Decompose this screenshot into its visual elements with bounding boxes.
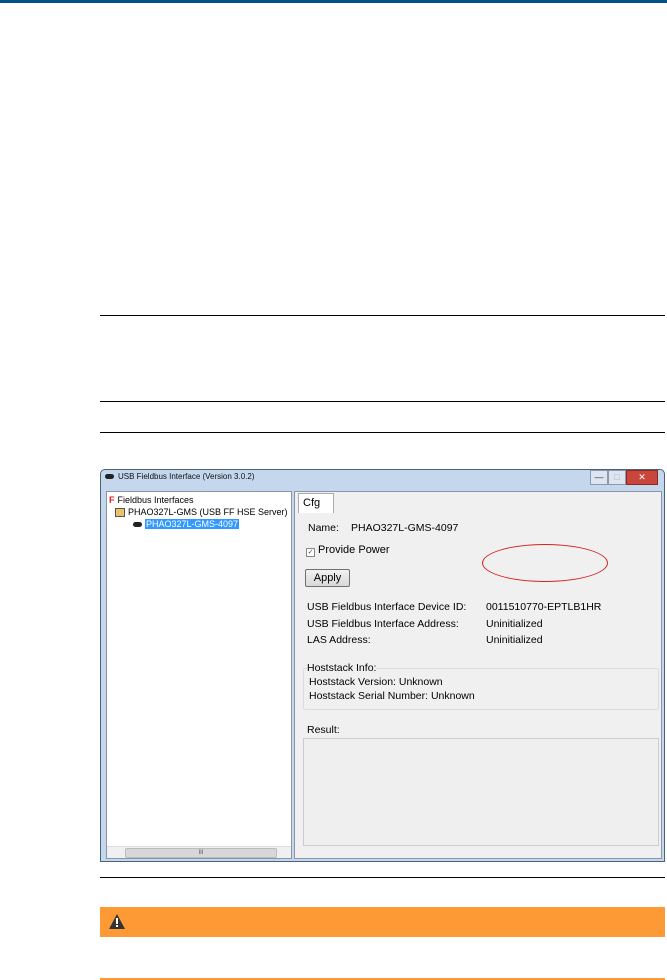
header-rule [0,0,667,3]
title-bar: USB Fieldbus Interface (Version 3.0.2) [105,472,255,481]
device-icon [133,521,142,527]
window-title: USB Fieldbus Interface (Version 3.0.2) [118,472,255,481]
name-label: Name: [308,522,339,534]
result-label: Result: [307,724,340,736]
field-label: USB Fieldbus Interface Address: [307,618,459,630]
field-label: USB Fieldbus Interface Device ID: [307,601,467,613]
provide-power-checkbox[interactable]: ✓ [306,548,315,557]
server-icon [115,507,125,517]
tree-label: PHAO327L-GMS (USB FF HSE Server) [128,507,288,517]
field-value: Uninitialized [486,634,543,646]
minimize-button[interactable]: — [590,470,608,485]
provide-power-label: Provide Power [318,544,390,556]
config-panel: Cfg Name: PHAO327L-GMS-4097 ✓ Provide Po… [294,491,662,859]
result-box [303,738,659,846]
app-window: USB Fieldbus Interface (Version 3.0.2) —… [100,469,665,862]
close-button[interactable]: ✕ [626,470,658,485]
warning-icon [109,914,125,929]
divider [100,432,665,433]
horizontal-scrollbar[interactable]: III [107,846,291,858]
warning-banner [100,907,665,937]
tree-item-device[interactable]: PHAO327L-GMS-4097 [133,519,240,529]
field-label: LAS Address: [307,634,371,646]
divider [100,401,665,402]
device-tree: F Fieldbus Interfaces PHAO327L-GMS (USB F… [106,491,292,859]
tab-cfg[interactable]: Cfg [298,493,334,513]
fieldbus-icon: F [109,495,115,505]
apply-button[interactable]: Apply [305,569,350,587]
field-value: Uninitialized [486,618,543,630]
name-value: PHAO327L-GMS-4097 [351,522,459,534]
hoststack-serial: Hoststack Serial Number: Unknown [309,690,475,702]
scroll-thumb[interactable]: III [125,848,277,858]
tree-item-server[interactable]: PHAO327L-GMS (USB FF HSE Server) [115,507,288,517]
highlight-oval [482,544,608,582]
hoststack-group [303,668,659,710]
window-controls: — □ ✕ [590,470,658,485]
hoststack-version: Hoststack Version: Unknown [309,676,443,688]
hoststack-title: Hoststack Info: [307,662,377,674]
tree-item-root[interactable]: F Fieldbus Interfaces [109,495,194,505]
field-value: 0011510770-EPTLB1HR [486,601,602,613]
tree-label: PHAO327L-GMS-4097 [145,519,240,529]
divider [100,877,665,878]
app-icon [105,474,114,479]
tree-label: Fieldbus Interfaces [117,495,194,505]
maximize-button[interactable]: □ [608,470,626,485]
divider [100,315,665,316]
